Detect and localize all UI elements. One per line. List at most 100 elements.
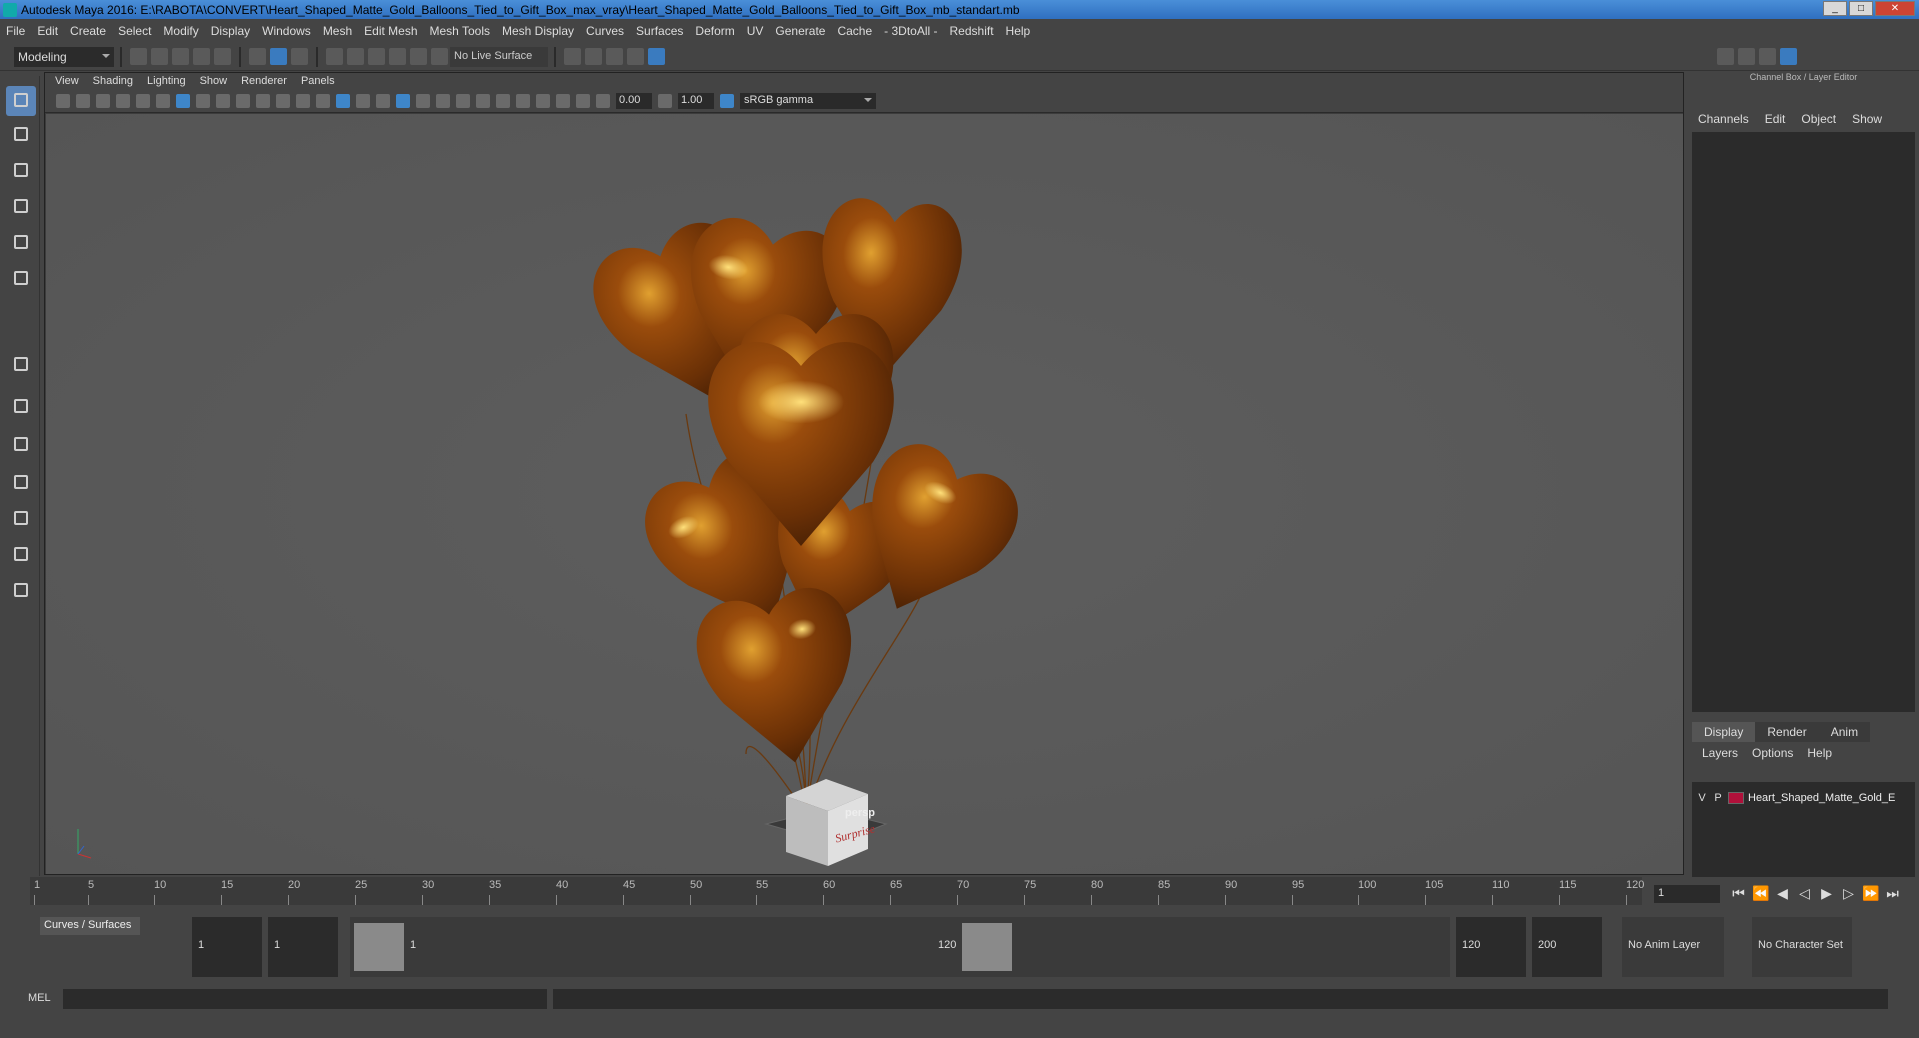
go-to-end-icon[interactable]: ⏭ <box>1884 885 1901 902</box>
object-menu[interactable]: Object <box>1801 112 1836 126</box>
gamma-field[interactable]: 1.00 <box>678 92 714 109</box>
snap-grid-icon[interactable] <box>326 48 343 65</box>
show-menu[interactable]: Show <box>1852 112 1882 126</box>
shadows-icon[interactable] <box>436 93 450 108</box>
safe-action-icon[interactable] <box>276 93 290 108</box>
character-set-dropdown[interactable]: No Character Set <box>1752 917 1852 977</box>
render-view-icon[interactable] <box>648 48 665 65</box>
2d-pan-icon[interactable] <box>136 93 150 108</box>
layers-menu[interactable]: Layers <box>1702 746 1738 760</box>
menu-3dtoall[interactable]: - 3DtoAll - <box>884 24 937 38</box>
menu-curves[interactable]: Curves <box>586 24 624 38</box>
camera-attr-icon[interactable] <box>76 93 90 108</box>
tab-anim[interactable]: Anim <box>1818 722 1871 742</box>
close-button[interactable]: ✕ <box>1875 1 1915 16</box>
menu-mesh[interactable]: Mesh <box>323 24 352 38</box>
single-view-icon[interactable] <box>6 350 36 380</box>
step-back-frame-icon[interactable]: ◀ <box>1774 885 1791 902</box>
ambient-occlusion-icon[interactable] <box>456 93 470 108</box>
tab-display[interactable]: Display <box>1692 722 1756 742</box>
step-back-key-icon[interactable]: ⏪ <box>1752 885 1769 902</box>
play-forward-icon[interactable]: ▶ <box>1818 885 1835 902</box>
xray-icon[interactable] <box>536 93 550 108</box>
ipr-render-icon[interactable] <box>585 48 602 65</box>
film-gate-icon[interactable] <box>196 93 210 108</box>
menu-help[interactable]: Help <box>1006 24 1031 38</box>
redo-icon[interactable] <box>214 48 231 65</box>
range-start-handle[interactable] <box>354 923 404 971</box>
exposure-field[interactable]: 0.00 <box>616 92 652 109</box>
layout-icon[interactable] <box>6 540 36 570</box>
menu-display[interactable]: Display <box>211 24 250 38</box>
range-end-handle[interactable] <box>962 923 1012 971</box>
channel-list[interactable] <box>1692 132 1915 712</box>
xray-joints-icon[interactable] <box>576 93 590 108</box>
hypershade-icon[interactable] <box>627 48 644 65</box>
layer-playback-toggle[interactable]: P <box>1712 792 1724 804</box>
tab-render[interactable]: Render <box>1755 722 1819 742</box>
lasso-tool-icon[interactable] <box>6 120 36 150</box>
go-to-start-icon[interactable]: ⏮ <box>1730 885 1747 902</box>
menu-redshift[interactable]: Redshift <box>950 24 994 38</box>
xray-active-icon[interactable] <box>556 93 570 108</box>
maximize-button[interactable]: □ <box>1849 1 1873 16</box>
vp-menu-panels[interactable]: Panels <box>301 75 335 87</box>
menu-surfaces[interactable]: Surfaces <box>636 24 683 38</box>
channel-box-icon[interactable] <box>1780 48 1797 65</box>
menu-mesh-tools[interactable]: Mesh Tools <box>430 24 490 38</box>
menu-file[interactable]: File <box>6 24 25 38</box>
minimize-button[interactable]: _ <box>1823 1 1847 16</box>
vp-menu-shading[interactable]: Shading <box>93 75 133 87</box>
bookmark-icon[interactable] <box>96 93 110 108</box>
vp-menu-show[interactable]: Show <box>200 75 228 87</box>
vp-menu-renderer[interactable]: Renderer <box>241 75 287 87</box>
bounding-box-icon[interactable] <box>376 93 390 108</box>
more-layouts-icon[interactable] <box>6 576 36 606</box>
snap-surface-icon[interactable] <box>410 48 427 65</box>
vp-menu-view[interactable]: View <box>55 75 79 87</box>
image-plane-icon[interactable] <box>116 93 130 108</box>
layer-color-swatch[interactable] <box>1728 792 1744 804</box>
play-backward-icon[interactable]: ◁ <box>1796 885 1813 902</box>
tool-settings-icon[interactable] <box>1759 48 1776 65</box>
edit-menu[interactable]: Edit <box>1765 112 1786 126</box>
safe-title-icon[interactable] <box>296 93 310 108</box>
scale-tool-icon[interactable] <box>6 264 36 294</box>
menu-mesh-display[interactable]: Mesh Display <box>502 24 574 38</box>
layer-visibility-toggle[interactable]: V <box>1696 792 1708 804</box>
field-chart-icon[interactable] <box>256 93 270 108</box>
snap-live-icon[interactable] <box>431 48 448 65</box>
options-menu[interactable]: Options <box>1752 746 1793 760</box>
new-scene-icon[interactable] <box>130 48 147 65</box>
viewport-panel[interactable]: View Shading Lighting Show Renderer Pane… <box>44 72 1684 875</box>
color-space-dropdown[interactable]: sRGB gamma <box>740 92 876 109</box>
layer-row[interactable]: V P Heart_Shaped_Matte_Gold_E <box>1696 790 1895 806</box>
layer-help-menu[interactable]: Help <box>1807 746 1832 760</box>
vp-menu-lighting[interactable]: Lighting <box>147 75 186 87</box>
menu-uv[interactable]: UV <box>747 24 764 38</box>
render-settings-icon[interactable] <box>606 48 623 65</box>
textured-icon[interactable] <box>396 93 410 108</box>
select-hierarchy-icon[interactable] <box>249 48 266 65</box>
select-tool-icon[interactable] <box>6 86 36 116</box>
range-bar[interactable]: 1 120 <box>350 917 1450 977</box>
step-forward-key-icon[interactable]: ⏩ <box>1862 885 1879 902</box>
menu-cache[interactable]: Cache <box>837 24 872 38</box>
save-scene-icon[interactable] <box>172 48 189 65</box>
live-surface-field[interactable]: No Live Surface <box>450 46 548 67</box>
gate-mask-icon[interactable] <box>236 93 250 108</box>
menu-modify[interactable]: Modify <box>163 24 198 38</box>
snap-point-icon[interactable] <box>368 48 385 65</box>
motion-blur-icon[interactable] <box>476 93 490 108</box>
persp-graph-icon[interactable] <box>6 504 36 534</box>
two-view-icon[interactable] <box>6 430 36 460</box>
exposure-icon[interactable] <box>596 93 610 108</box>
isolate-icon[interactable] <box>516 93 530 108</box>
resolution-gate-icon[interactable] <box>216 93 230 108</box>
rotate-tool-icon[interactable] <box>6 228 36 258</box>
open-scene-icon[interactable] <box>151 48 168 65</box>
menu-deform[interactable]: Deform <box>695 24 734 38</box>
playback-start-field[interactable]: 1 <box>268 917 338 977</box>
flat-shade-icon[interactable] <box>356 93 370 108</box>
color-management-icon[interactable] <box>720 93 734 108</box>
